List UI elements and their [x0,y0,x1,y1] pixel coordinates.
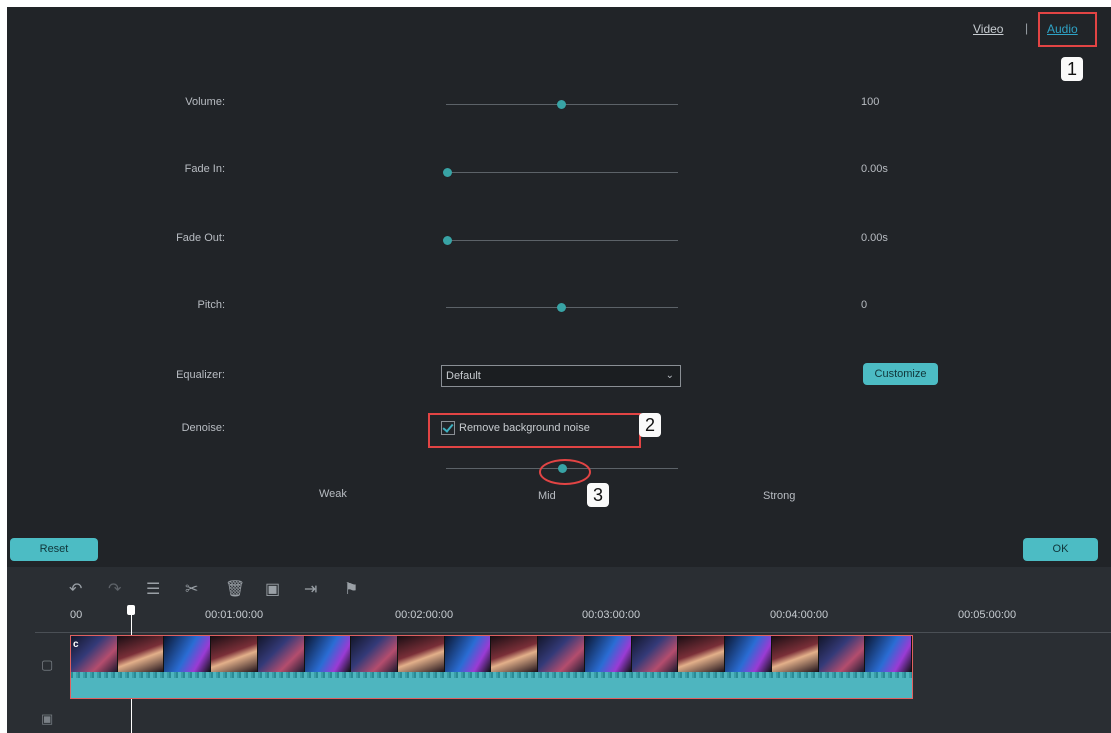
tab-video[interactable]: Video [973,22,1003,36]
ruler-baseline [35,632,1111,633]
equalizer-label: Equalizer: [176,369,225,381]
tick-label: 00:02:00:00 [395,609,454,621]
volume-label: Volume: [185,96,225,108]
image-track-icon: ▣ [41,711,54,726]
delete-icon[interactable]: 🗑 [225,579,245,599]
highlight-box-audio-tab [1038,12,1097,47]
denoise-strong-label: Strong [763,490,796,502]
clip-thumbnail [398,636,445,672]
pitch-value: 0 [861,299,868,311]
undo-icon[interactable]: ↶ [69,579,82,599]
clip-thumbnail [678,636,726,672]
volume-slider-knob[interactable] [557,100,566,109]
tick-label: 00 [70,609,83,621]
chevron-down-icon: ⌄ [665,370,674,381]
pitch-slider-knob[interactable] [557,303,566,312]
clip-thumbnail [164,636,212,672]
export-icon[interactable]: ⇥ [304,579,317,599]
video-clip[interactable]: c [70,635,913,699]
tab-separator: | [1025,21,1029,35]
equalizer-selected-value: Default [446,370,481,382]
volume-value: 100 [861,96,880,108]
clip-thumbnail [538,636,585,672]
tick-label: 00:04:00:00 [770,609,829,621]
timeline-ruler[interactable]: 00 00:01:00:00 00:02:00:00 00:03:00:00 0… [35,605,1111,633]
crop-icon[interactable]: ▣ [265,579,280,599]
equalizer-select[interactable]: Default ⌄ [441,365,681,387]
fade-out-label: Fade Out: [176,232,225,244]
clip-thumbnail [444,636,492,672]
clip-thumbnails [71,636,912,672]
tick-label: 00:01:00:00 [205,609,264,621]
fade-in-slider-knob[interactable] [443,168,452,177]
clip-thumbnail [351,636,399,672]
clip-thumbnail [117,636,165,672]
adjust-icon[interactable]: ☰ [146,579,160,599]
fade-in-label: Fade In: [184,163,225,175]
fade-out-slider-track[interactable] [446,240,678,241]
step-badge-2: 2 [639,413,661,437]
audio-settings-panel: Video | Audio 1 Volume: 100 Fade In: 0.0… [7,7,1111,567]
clip-thumbnail [725,636,772,672]
clip-thumbnail [771,636,819,672]
denoise-weak-label: Weak [319,488,347,500]
redo-icon[interactable]: ↷ [108,579,121,599]
cut-icon[interactable]: ✂ [185,579,198,599]
tick-label: 00:03:00:00 [582,609,641,621]
clip-thumbnail [211,636,258,672]
clip-thumbnail [584,636,632,672]
step-badge-3: 3 [587,483,609,507]
timeline-panel: ↶ ↷ ☰ ✂ 🗑 ▣ ⇥ ⚑ 00 00:01:00:00 00:02:00:… [7,567,1111,733]
highlight-box-denoise [428,413,641,448]
denoise-mid-label: Mid [538,490,556,502]
fade-in-slider-track[interactable] [446,172,678,173]
highlight-circle-denoise-knob [539,459,591,485]
fade-in-value: 0.00s [861,163,888,175]
fade-out-slider-knob[interactable] [443,236,452,245]
tick-label: 00:05:00:00 [958,609,1017,621]
fade-out-value: 0.00s [861,232,888,244]
clip-thumbnail [865,636,912,672]
clip-thumbnail [818,636,866,672]
clip-thumbnail [491,636,539,672]
clip-thumbnail [257,636,305,672]
pitch-label: Pitch: [197,299,225,311]
customize-button[interactable]: Customize [863,363,938,385]
clip-tag: c [73,639,79,650]
denoise-label: Denoise: [181,422,225,434]
audio-waveform-peaks [71,672,912,678]
marker-icon[interactable]: ⚑ [344,579,358,599]
video-track-icon: ▢ [41,657,54,672]
clip-thumbnail [304,636,352,672]
reset-button[interactable]: Reset [10,538,98,561]
step-badge-1: 1 [1061,57,1083,81]
clip-thumbnail [631,636,679,672]
ok-button[interactable]: OK [1023,538,1098,561]
